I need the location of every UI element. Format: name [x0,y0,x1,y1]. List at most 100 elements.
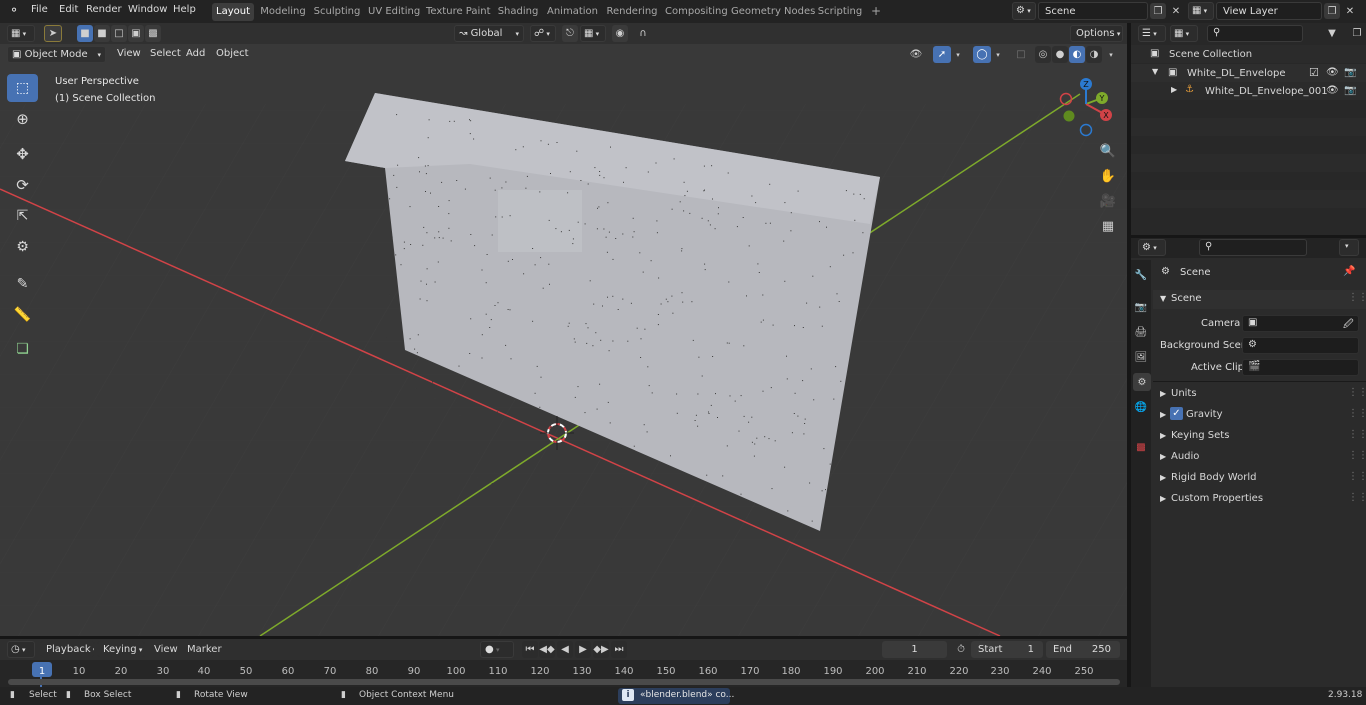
tab-modeling[interactable]: Modeling [259,3,307,21]
xray-toggle-icon[interactable]: □ [1013,46,1029,63]
timeline-menu-marker[interactable]: Marker [187,644,222,655]
rendered-shading-icon[interactable]: ◑ [1086,46,1102,63]
prev-keyframe-icon[interactable]: ◀◆ [539,641,555,658]
background-scene-field[interactable]: ⚙ [1242,337,1359,354]
scene-name-field[interactable]: Scene [1038,2,1148,20]
overlays-dropdown-icon[interactable]: ▾ [992,46,1004,63]
properties-search-input[interactable]: ⚲ [1199,239,1307,256]
scene-type-dropdown[interactable]: ⚙ ▾ [1012,2,1036,20]
play-reverse-icon[interactable]: ◀ [557,641,573,658]
texture-tab-icon[interactable]: ▩ [1133,438,1149,456]
select-extend-icon[interactable]: ■ [94,25,110,42]
overlays-toggle-icon[interactable]: ◯ [973,46,991,63]
tab-scripting[interactable]: Scripting [815,3,865,21]
tool-tab-icon[interactable]: 🔧 [1133,266,1149,284]
tab-texture-paint[interactable]: Texture Paint [426,3,491,21]
pan-view-icon[interactable]: ✋ [1098,166,1118,186]
solid-shading-icon[interactable]: ● [1052,46,1068,63]
camera-field[interactable]: ▣ 🖉 [1242,315,1359,332]
menu-help[interactable]: Help [173,4,196,15]
options-dropdown[interactable]: Options ▾ [1070,25,1123,42]
material-preview-icon[interactable]: ◐ [1069,46,1085,63]
current-frame-field[interactable]: 1 [882,641,947,658]
properties-options-dropdown[interactable]: ▾ [1339,239,1359,256]
menu-file[interactable]: File [31,4,48,15]
checkbox-icon[interactable]: ☑ [1309,66,1319,79]
snap-target-dropdown[interactable]: ▦ ▾ [580,25,606,42]
select-invert-icon[interactable]: ▣ [128,25,144,42]
rigid-body-world-panel-header[interactable]: ▶ Rigid Body World ⋮⋮ [1153,469,1366,488]
outliner-row-root[interactable]: ▣ Scene Collection [1131,45,1366,63]
viewport-menu-select[interactable]: Select [150,48,181,59]
viewport-menu-view[interactable]: View [117,48,141,59]
tab-animation[interactable]: Animation [546,3,599,21]
viewport-menu-add[interactable]: Add [186,48,205,59]
mode-dropdown[interactable]: ▣ Object Mode ▾ [7,46,106,63]
filter-icon[interactable]: ▼ [1319,25,1345,42]
gizmo-dropdown-icon[interactable]: ▾ [952,46,964,63]
pivot-point-dropdown[interactable]: ☍ ▾ [530,25,556,42]
custom-properties-panel-header[interactable]: ▶ Custom Properties ⋮⋮ [1153,490,1366,509]
select-subtract-icon[interactable]: □ [111,25,127,42]
wireframe-shading-icon[interactable]: ◎ [1035,46,1051,63]
snap-toggle-icon[interactable]: ⎋ [562,25,578,42]
view-layer-name-field[interactable]: View Layer [1216,2,1322,20]
blender-logo-icon[interactable]: ⚬ [9,3,19,17]
tab-geometry-nodes[interactable]: Geometry Nodes [731,3,815,21]
tab-layout[interactable]: Layout [212,3,254,21]
select-box-tool[interactable]: ⬚ [7,74,38,102]
annotate-tool[interactable]: ✎ [7,270,38,298]
select-new-icon[interactable]: ■ [77,25,93,42]
preview-range-icon[interactable]: ⏱ [953,641,969,658]
tab-shading[interactable]: Shading [496,3,540,21]
new-view-layer-icon[interactable]: ❐ [1324,3,1340,19]
transform-tool[interactable]: ⚙ [7,233,38,261]
scale-tool[interactable]: ⇱ [7,202,38,230]
keying-menu[interactable]: Keying ▾ [97,641,145,658]
eyedropper-icon[interactable]: 🖉 [1343,317,1354,334]
play-icon[interactable]: ▶ [575,641,591,658]
navigation-gizmo[interactable]: Z Y X [1058,76,1118,138]
menu-window[interactable]: Window [128,4,167,15]
gravity-checkbox[interactable]: ✓ [1170,407,1183,420]
jump-start-icon[interactable]: ⏮ [522,641,538,658]
render-tab-icon[interactable]: 📷 [1133,298,1149,316]
world-tab-icon[interactable]: 🌐 [1133,398,1149,416]
collapse-icon[interactable]: ▼ [1160,294,1166,303]
new-collection-icon[interactable]: ❐ [1349,25,1365,42]
playback-menu[interactable]: Playback ▾ [40,641,95,658]
ortho-toggle-icon[interactable]: ▦ [1098,216,1118,236]
display-mode-dropdown[interactable]: ▦ ▾ [1170,25,1198,42]
falloff-dropdown-icon[interactable]: ∩ [630,25,656,42]
keying-sets-panel-header[interactable]: ▶ Keying Sets ⋮⋮ [1153,427,1366,446]
add-cube-tool[interactable]: ❏ [7,335,38,363]
audio-panel-header[interactable]: ▶ Audio ⋮⋮ [1153,448,1366,467]
add-workspace-button[interactable]: + [868,3,884,21]
outliner-editor-type-dropdown[interactable]: ☰ ▾ [1138,25,1166,42]
gizmo-toggle-icon[interactable]: ➚ [933,46,951,63]
outliner-row-collection[interactable]: ▼ ▣ White_DL_Envelope ☑ 👁 📷 [1131,64,1366,82]
select-intersect-icon[interactable]: ▩ [145,25,161,42]
timeline-scrollbar[interactable] [8,679,1120,685]
new-scene-icon[interactable]: ❐ [1150,3,1166,19]
editor-type-dropdown[interactable]: ▦ ▾ [7,25,35,42]
end-frame-field[interactable]: End 250 [1046,641,1120,658]
zoom-view-icon[interactable]: 🔍 [1098,141,1118,161]
rotate-tool[interactable]: ⟳ [7,171,38,199]
expand-icon[interactable]: ▶ [1171,85,1177,94]
camera-render-icon[interactable]: 📷 [1344,67,1356,78]
cursor-tool[interactable]: ⊕ [7,105,38,133]
tab-sculpting[interactable]: Sculpting [312,3,362,21]
scene-tab-icon[interactable]: ⚙ [1133,373,1151,391]
tab-compositing[interactable]: Compositing [665,3,728,21]
tab-rendering[interactable]: Rendering [605,3,659,21]
view-layer-type-dropdown[interactable]: ▦ ▾ [1188,2,1214,20]
select-tool-icon[interactable]: ➤ [44,25,62,42]
viewport-menu-object[interactable]: Object [216,48,249,59]
3d-viewport[interactable] [0,44,1127,636]
jump-end-icon[interactable]: ⏭ [611,641,627,658]
outliner-search-input[interactable]: ⚲ [1207,25,1303,42]
timeline-menu-view[interactable]: View [154,644,178,655]
eye-icon[interactable]: 👁 [1326,67,1339,78]
menu-render[interactable]: Render [86,4,122,15]
